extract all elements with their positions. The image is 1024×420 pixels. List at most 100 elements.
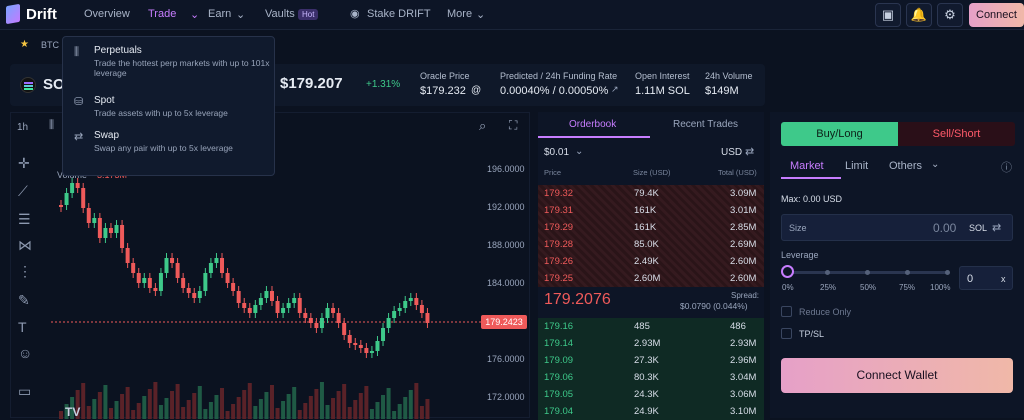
volume-bar [81, 383, 86, 419]
layout-icon[interactable]: ▣ [875, 3, 901, 27]
star-icon[interactable]: ★ [20, 39, 29, 50]
size-cell: 2.93M [634, 338, 661, 349]
candle [364, 348, 369, 353]
volume-bar [125, 387, 130, 419]
tab-market[interactable]: Market [790, 160, 824, 172]
size-currency[interactable]: SOL [969, 223, 987, 233]
price-cell: 179.32 [544, 188, 574, 199]
asks-row[interactable]: 179.26 2.49K 2.60M [538, 253, 764, 270]
candle [408, 298, 413, 301]
size-input[interactable]: Size 0.00 SOL ⇄ [781, 214, 1013, 241]
volume-bar [120, 394, 125, 419]
size-value: 0.00 [933, 221, 957, 235]
asks-row[interactable]: 179.29 161K 2.85M [538, 219, 764, 236]
leverage-handle[interactable] [781, 265, 794, 278]
candle [81, 188, 86, 208]
tab-others[interactable]: Others [889, 160, 922, 172]
text-icon[interactable]: T [18, 319, 27, 335]
candle [308, 318, 313, 323]
asks-row[interactable]: 179.25 2.60M 2.60M [538, 270, 764, 287]
menu-swap[interactable]: Swap [94, 130, 119, 141]
volume-bar [314, 389, 319, 419]
volume-bar [208, 402, 213, 419]
leverage-input[interactable]: 0 x [959, 266, 1013, 290]
drift-logo-icon [6, 3, 20, 25]
y-tick-label: 184.0000 [487, 278, 525, 288]
nav-overview[interactable]: Overview [84, 8, 130, 20]
bids-row[interactable]: 179.05 24.3K 3.06M [538, 386, 764, 403]
bell-icon[interactable]: 🔔 [906, 3, 932, 27]
bids-row[interactable]: 179.14 2.93M 2.93M [538, 335, 764, 352]
price-cell: 179.05 [544, 389, 574, 400]
buy-long-tab[interactable]: Buy/Long [781, 122, 898, 146]
trendline-icon[interactable]: ⟋ [18, 183, 28, 200]
connect-button[interactable]: Connect [969, 3, 1024, 27]
leverage-value: 0 [967, 273, 974, 285]
fib-icon[interactable]: ⋮ [18, 263, 32, 280]
total-cell: 2.60M [730, 256, 757, 267]
volume-bar [253, 406, 258, 419]
bids-row[interactable]: 179.04 24.9K 3.10M [538, 403, 764, 420]
solana-icon [20, 77, 36, 93]
nav-stake[interactable]: Stake DRIFT [367, 8, 431, 20]
favorite-ticker[interactable]: BTC [41, 40, 59, 50]
candle [425, 313, 430, 323]
horizontal-lines-icon[interactable]: ☰ [18, 211, 31, 228]
size-label: Size [789, 223, 807, 233]
sell-short-tab[interactable]: Sell/Short [898, 122, 1015, 146]
volume-bar [258, 399, 263, 419]
drift-token-icon: ◉ [350, 8, 360, 20]
reduce-only-checkbox[interactable] [781, 306, 792, 317]
connect-wallet-button[interactable]: Connect Wallet [781, 358, 1013, 393]
candle [208, 263, 213, 273]
candle [325, 308, 330, 318]
nav-more[interactable]: More [447, 8, 472, 20]
nav-earn[interactable]: Earn [208, 8, 231, 20]
candle [92, 218, 97, 223]
size-cell: 24.9K [634, 406, 659, 417]
asks-row[interactable]: 179.31 161K 3.01M [538, 202, 764, 219]
bids-row[interactable]: 179.09 27.3K 2.96M [538, 352, 764, 369]
ruler-icon[interactable]: ▭ [18, 383, 31, 400]
asks-row[interactable]: 179.32 79.4K 3.09M [538, 185, 764, 202]
bids-row[interactable]: 179.06 80.3K 3.04M [538, 369, 764, 386]
menu-perpetuals[interactable]: Perpetuals [94, 45, 142, 56]
chevron-down-icon: ⌄ [931, 159, 940, 170]
info-icon[interactable]: ⓘ [1001, 159, 1012, 175]
crosshair-icon[interactable]: ✛ [18, 155, 30, 172]
tpsl-checkbox[interactable] [781, 328, 792, 339]
currency-toggle[interactable]: USD [721, 147, 742, 158]
volume-bar [158, 405, 163, 419]
tab-limit[interactable]: Limit [845, 160, 868, 172]
candle [253, 305, 258, 313]
price-cell: 179.04 [544, 406, 574, 417]
external-link-icon[interactable]: ↗ [611, 84, 619, 95]
nav-vaults[interactable]: Vaults [265, 8, 295, 20]
total-cell: 2.93M [730, 338, 757, 349]
volume-bar [358, 393, 363, 419]
price-cell: 179.25 [544, 273, 574, 284]
size-cell: 2.49K [634, 256, 659, 267]
gear-icon[interactable]: ⚙ [937, 3, 963, 27]
bids-row[interactable]: 179.16 485 486 [538, 318, 764, 335]
volume-bar [92, 399, 97, 419]
emoji-icon[interactable]: ☺ [18, 345, 32, 361]
swap-icon[interactable]: ⇄ [992, 221, 1001, 234]
tab-recent-trades[interactable]: Recent Trades [673, 119, 738, 130]
candle [108, 228, 113, 233]
candle [192, 293, 197, 298]
volume-bar [364, 386, 369, 419]
tab-orderbook[interactable]: Orderbook [569, 119, 616, 130]
volume-bar [331, 398, 336, 419]
slider-tick [905, 270, 910, 275]
candle [153, 288, 158, 291]
pattern-icon[interactable]: ⋈ [18, 237, 32, 254]
volume-label: 24h Volume [705, 71, 753, 81]
menu-spot[interactable]: Spot [94, 95, 115, 106]
tick-size-select[interactable]: $0.01 [544, 147, 569, 158]
brush-icon[interactable]: ✎ [18, 292, 30, 309]
volume-bar [347, 407, 352, 419]
swap-icon[interactable]: ⇄ [745, 145, 754, 158]
asks-row[interactable]: 179.28 85.0K 2.69M [538, 236, 764, 253]
nav-trade[interactable]: Trade [148, 8, 176, 20]
